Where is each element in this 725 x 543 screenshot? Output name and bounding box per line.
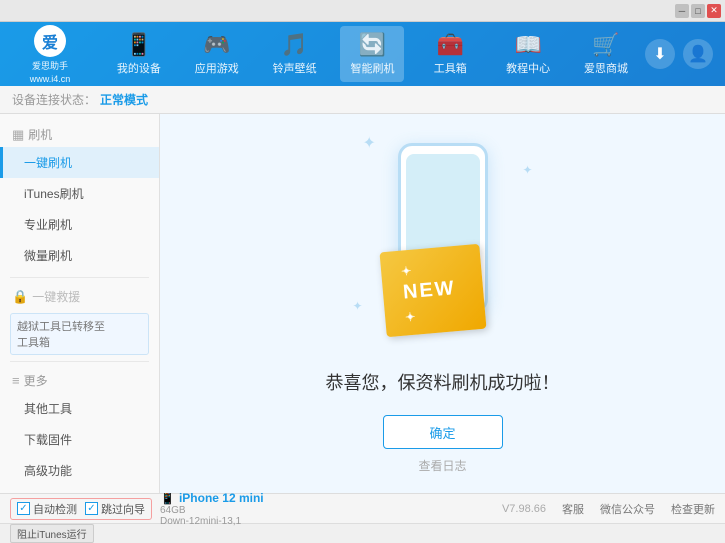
rescue-section-label: 一键救援 bbox=[32, 288, 80, 305]
app-game-icon: 🎮 bbox=[203, 32, 230, 58]
main-layout: ▦ 刷机 一键刷机 iTunes刷机 专业刷机 微量刷机 🔒 一键救援 越狱工具… bbox=[0, 114, 725, 493]
customer-service-link[interactable]: 客服 bbox=[562, 501, 584, 517]
sparkle-2: ✦ bbox=[522, 163, 532, 177]
sidebar-divider-2 bbox=[10, 361, 149, 362]
nav-my-device[interactable]: 📱 我的设备 bbox=[107, 26, 171, 82]
sidebar-notice: 越狱工具已转移至工具箱 bbox=[10, 313, 149, 355]
status-bar: 设备连接状态： 正常模式 bbox=[0, 86, 725, 114]
status-label: 设备连接状态： bbox=[12, 91, 96, 108]
logo-icon: 爱 bbox=[34, 25, 66, 57]
sparkle-3: ✦ bbox=[353, 299, 363, 313]
skip-wizard-area[interactable]: ✓ 跳过向导 bbox=[85, 501, 145, 517]
version-text: V7.98.66 bbox=[502, 503, 546, 515]
status-value: 正常模式 bbox=[100, 91, 148, 108]
sidebar: ▦ 刷机 一键刷机 iTunes刷机 专业刷机 微量刷机 🔒 一键救援 越狱工具… bbox=[0, 114, 160, 493]
sidebar-item-advanced[interactable]: 高级功能 bbox=[0, 455, 159, 486]
phone-illustration: ✦ ✦ ✦ NEW bbox=[343, 133, 543, 353]
sidebar-item-pro-flash[interactable]: 专业刷机 bbox=[0, 209, 159, 240]
tutorial-label: 教程中心 bbox=[506, 60, 550, 76]
logo-url: www.i4.cn bbox=[30, 74, 71, 84]
checkbox-container: ✓ 自动检测 ✓ 跳过向导 bbox=[10, 498, 152, 520]
bottom-left: ✓ 自动检测 ✓ 跳过向导 📱 iPhone 12 mini 64GB Down… bbox=[10, 491, 502, 527]
nav-shop[interactable]: 🛒 爱思商城 bbox=[574, 26, 638, 82]
view-daily-link[interactable]: 查看日志 bbox=[418, 457, 466, 474]
user-btn[interactable]: 👤 bbox=[683, 39, 713, 69]
toolbox-label: 工具箱 bbox=[434, 60, 467, 76]
wechat-link[interactable]: 微信公众号 bbox=[600, 501, 655, 517]
success-message: 恭喜您，保资料刷机成功啦！ bbox=[326, 369, 560, 395]
title-bar: ─ □ ✕ bbox=[0, 0, 725, 22]
logo-area: 爱 爱思助手 www.i4.cn bbox=[0, 25, 100, 84]
bottom-bar: ✓ 自动检测 ✓ 跳过向导 📱 iPhone 12 mini 64GB Down… bbox=[0, 493, 725, 523]
download-btn[interactable]: ⬇ bbox=[645, 39, 675, 69]
nav-tutorial[interactable]: 📖 教程中心 bbox=[496, 26, 560, 82]
sidebar-section-flash-header[interactable]: ▦ 刷机 bbox=[0, 122, 159, 147]
itunes-button[interactable]: 阻止iTunes运行 bbox=[10, 524, 94, 543]
shop-label: 爱思商城 bbox=[584, 60, 628, 76]
auto-detect-checkbox[interactable]: ✓ bbox=[17, 502, 30, 515]
ringtone-label: 铃声壁纸 bbox=[273, 60, 317, 76]
sidebar-item-download-firmware[interactable]: 下载固件 bbox=[0, 424, 159, 455]
auto-detect-label: 自动检测 bbox=[33, 501, 77, 517]
sidebar-item-other-tools[interactable]: 其他工具 bbox=[0, 393, 159, 424]
device-info: 📱 iPhone 12 mini 64GB Down-12mini-13,1 bbox=[160, 491, 320, 527]
ringtone-icon: 🎵 bbox=[281, 32, 308, 58]
sidebar-section-flash: ▦ 刷机 一键刷机 iTunes刷机 专业刷机 微量刷机 bbox=[0, 122, 159, 271]
sidebar-item-one-click-flash[interactable]: 一键刷机 bbox=[0, 147, 159, 178]
app-game-label: 应用游戏 bbox=[195, 60, 239, 76]
my-device-label: 我的设备 bbox=[117, 60, 161, 76]
sidebar-section-more-header[interactable]: ≡ 更多 bbox=[0, 368, 159, 393]
sidebar-item-itunes-flash[interactable]: iTunes刷机 bbox=[0, 178, 159, 209]
nav-app-game[interactable]: 🎮 应用游戏 bbox=[185, 26, 249, 82]
nav-ringtone[interactable]: 🎵 铃声壁纸 bbox=[263, 26, 327, 82]
sparkle-1: ✦ bbox=[363, 133, 376, 153]
nav-right: ⬇ 👤 bbox=[645, 39, 725, 69]
maximize-btn[interactable]: □ bbox=[691, 4, 705, 18]
skip-wizard-label: 跳过向导 bbox=[101, 501, 145, 517]
content-area: ✦ ✦ ✦ NEW 恭喜您，保资料刷机成功啦！ 确定 查看日志 bbox=[160, 114, 725, 493]
sidebar-divider-1 bbox=[10, 277, 149, 278]
device-firmware: Down-12mini-13,1 bbox=[160, 516, 320, 527]
check-update-link[interactable]: 检查更新 bbox=[671, 501, 715, 517]
sidebar-section-rescue: 🔒 一键救援 越狱工具已转移至工具箱 bbox=[0, 284, 159, 355]
sidebar-section-more: ≡ 更多 其他工具 下载固件 高级功能 bbox=[0, 368, 159, 486]
new-banner: NEW bbox=[379, 244, 486, 337]
flash-section-icon: ▦ bbox=[12, 127, 24, 143]
nav-items: 📱 我的设备 🎮 应用游戏 🎵 铃声壁纸 🔄 智能刷机 🧰 工具箱 📖 教程中心… bbox=[100, 26, 645, 82]
auto-detect-area[interactable]: ✓ 自动检测 bbox=[17, 501, 77, 517]
nav-smart-flash[interactable]: 🔄 智能刷机 bbox=[340, 26, 404, 82]
flash-section-label: 刷机 bbox=[28, 126, 52, 143]
top-nav: 爱 爱思助手 www.i4.cn 📱 我的设备 🎮 应用游戏 🎵 铃声壁纸 🔄 … bbox=[0, 22, 725, 86]
lock-icon: 🔒 bbox=[12, 289, 28, 305]
device-storage: 64GB bbox=[160, 505, 320, 516]
minimize-btn[interactable]: ─ bbox=[675, 4, 689, 18]
confirm-button[interactable]: 确定 bbox=[383, 415, 503, 449]
sidebar-item-micro-flash[interactable]: 微量刷机 bbox=[0, 240, 159, 271]
nav-toolbox[interactable]: 🧰 工具箱 bbox=[418, 26, 482, 82]
bottom-right: V7.98.66 客服 微信公众号 检查更新 bbox=[502, 501, 715, 517]
smart-flash-icon: 🔄 bbox=[359, 32, 386, 58]
logo-title: 爱思助手 bbox=[32, 59, 68, 72]
smart-flash-label: 智能刷机 bbox=[350, 60, 394, 76]
shop-icon: 🛒 bbox=[592, 32, 619, 58]
my-device-icon: 📱 bbox=[125, 32, 152, 58]
close-btn[interactable]: ✕ bbox=[707, 4, 721, 18]
skip-wizard-checkbox[interactable]: ✓ bbox=[85, 502, 98, 515]
toolbox-icon: 🧰 bbox=[437, 32, 464, 58]
tutorial-icon: 📖 bbox=[514, 32, 541, 58]
more-section-label: 更多 bbox=[24, 372, 48, 389]
more-section-icon: ≡ bbox=[12, 373, 20, 388]
sidebar-section-rescue-header: 🔒 一键救援 bbox=[0, 284, 159, 309]
